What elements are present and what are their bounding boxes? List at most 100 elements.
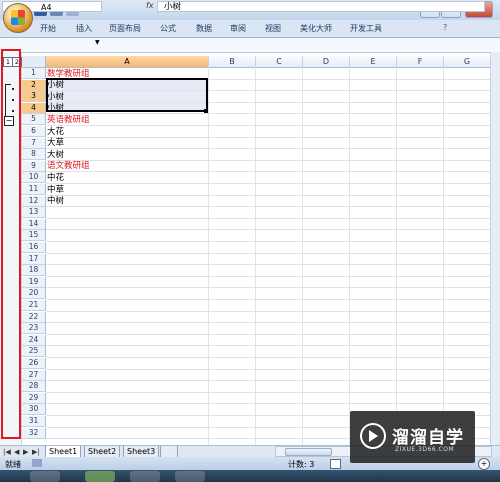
office-logo-icon — [11, 10, 25, 25]
cell-a[interactable]: 大树 — [47, 150, 64, 160]
fx-icon[interactable]: fx — [146, 1, 154, 10]
tab-formulas[interactable]: 公式 — [160, 23, 176, 34]
cell-a[interactable]: 中树 — [47, 196, 64, 206]
row-header[interactable]: 20 — [22, 288, 46, 300]
row-header[interactable]: 14 — [22, 218, 46, 230]
row-header[interactable]: 18 — [22, 265, 46, 277]
row-header[interactable]: 1 — [22, 68, 46, 79]
gridline — [46, 357, 490, 358]
row-header[interactable]: 4 — [22, 102, 46, 114]
row-header[interactable]: 27 — [22, 369, 46, 381]
tab-insert[interactable]: 插入 — [76, 23, 92, 34]
tab-beautify[interactable]: 美化大师 — [300, 23, 332, 34]
row-header[interactable]: 15 — [22, 230, 46, 242]
taskbar-app-icon[interactable] — [130, 471, 160, 482]
row-header[interactable]: 19 — [22, 276, 46, 288]
row-header[interactable]: 10 — [22, 172, 46, 184]
help-icon[interactable]: ? — [443, 23, 447, 32]
row-header[interactable]: 22 — [22, 311, 46, 323]
gridline — [46, 206, 490, 208]
gridline — [255, 67, 256, 445]
cell-a[interactable]: 中花 — [47, 173, 64, 183]
macro-record-icon[interactable] — [32, 459, 42, 467]
row-header[interactable]: 3 — [22, 91, 46, 103]
tab-developer[interactable]: 开发工具 — [350, 23, 382, 34]
last-sheet-icon[interactable]: ▶| — [32, 448, 40, 456]
row-header[interactable]: 11 — [22, 184, 46, 195]
row-header[interactable]: 25 — [22, 346, 46, 358]
tab-data[interactable]: 数据 — [196, 23, 212, 34]
row-header[interactable]: 6 — [22, 126, 46, 137]
cell-a[interactable]: 中草 — [47, 185, 64, 195]
fill-handle[interactable] — [204, 109, 208, 113]
next-sheet-icon[interactable]: ▶ — [23, 448, 28, 456]
prev-sheet-icon[interactable]: ◀ — [14, 448, 19, 456]
taskbar-app-icon[interactable] — [85, 471, 115, 482]
row-header[interactable]: 12 — [22, 195, 46, 207]
taskbar-app-icon[interactable] — [175, 471, 205, 482]
column-header-a[interactable]: A — [46, 56, 209, 68]
tab-home[interactable]: 开始 — [40, 23, 56, 34]
zoom-in-icon[interactable]: + — [478, 458, 490, 470]
column-header-e[interactable]: E — [350, 56, 397, 68]
column-header-d[interactable]: D — [303, 56, 350, 68]
row-header[interactable]: 31 — [22, 416, 46, 427]
row-header[interactable]: 29 — [22, 392, 46, 404]
gridline — [46, 310, 490, 312]
row-header[interactable]: 28 — [22, 381, 46, 393]
office-button[interactable] — [3, 3, 33, 33]
watermark-url: ZIXUE.3D66.COM — [395, 446, 455, 453]
column-header-g[interactable]: G — [444, 56, 490, 68]
chevron-down-icon[interactable]: ▼ — [95, 39, 100, 46]
column-header-f[interactable]: F — [397, 56, 444, 68]
gridline — [46, 113, 490, 115]
tab-view[interactable]: 视图 — [265, 23, 281, 34]
gridline — [46, 136, 490, 138]
cell-a[interactable]: 英语教研组 — [47, 115, 90, 125]
gridline — [46, 183, 490, 184]
select-all-corner[interactable] — [22, 56, 46, 68]
first-sheet-icon[interactable]: |◀ — [3, 448, 11, 456]
row-header[interactable]: 13 — [22, 207, 46, 219]
gridline — [46, 194, 490, 196]
row-header[interactable]: 32 — [22, 427, 46, 439]
gridline — [46, 368, 490, 370]
row-header[interactable]: 2 — [22, 79, 46, 91]
column-header-b[interactable]: B — [209, 56, 256, 68]
normal-view-icon[interactable] — [330, 459, 341, 469]
gridline — [396, 67, 397, 445]
gridline — [46, 229, 490, 231]
row-header[interactable]: 9 — [22, 160, 46, 172]
gridline — [46, 299, 490, 300]
gridline — [46, 171, 490, 173]
row-header[interactable]: 16 — [22, 242, 46, 253]
row-header[interactable]: 30 — [22, 404, 46, 416]
row-header[interactable]: 26 — [22, 358, 46, 369]
tab-page-layout[interactable]: 页面布局 — [109, 23, 141, 34]
row-header[interactable]: 17 — [22, 253, 46, 265]
formula-input[interactable]: 小树 — [157, 1, 485, 12]
formula-bar — [0, 38, 500, 53]
cell-a[interactable]: 语文教研组 — [47, 161, 90, 171]
row-header[interactable]: 23 — [22, 323, 46, 335]
cell-a[interactable]: 大草 — [47, 138, 64, 148]
cell-a[interactable]: 数学教研组 — [47, 69, 90, 79]
row-header[interactable]: 7 — [22, 137, 46, 149]
cell-a[interactable]: 大花 — [47, 127, 64, 137]
row-header[interactable]: 24 — [22, 334, 46, 346]
vertical-scrollbar[interactable] — [490, 52, 500, 445]
gridline — [46, 333, 490, 335]
taskbar-app-icon[interactable] — [30, 471, 60, 482]
worksheet-grid[interactable]: A B C D E F G 1 数学教研组 2 小树 3 小树 4 小树 5 英语教研组 6 大花 7 大… — [22, 52, 490, 445]
column-header-c[interactable]: C — [256, 56, 303, 68]
tab-review[interactable]: 审阅 — [230, 23, 246, 34]
row-header[interactable]: 8 — [22, 149, 46, 161]
row-header[interactable]: 21 — [22, 300, 46, 311]
row-header[interactable]: 5 — [22, 114, 46, 126]
gridline — [46, 403, 490, 405]
gridline — [46, 252, 490, 254]
horizontal-scroll-thumb[interactable] — [285, 448, 332, 456]
gridline — [46, 322, 490, 324]
gridline — [46, 159, 490, 161]
ribbon-tabs: 开始 插入 页面布局 公式 数据 审阅 视图 美化大师 开发工具 ? — [0, 20, 500, 38]
